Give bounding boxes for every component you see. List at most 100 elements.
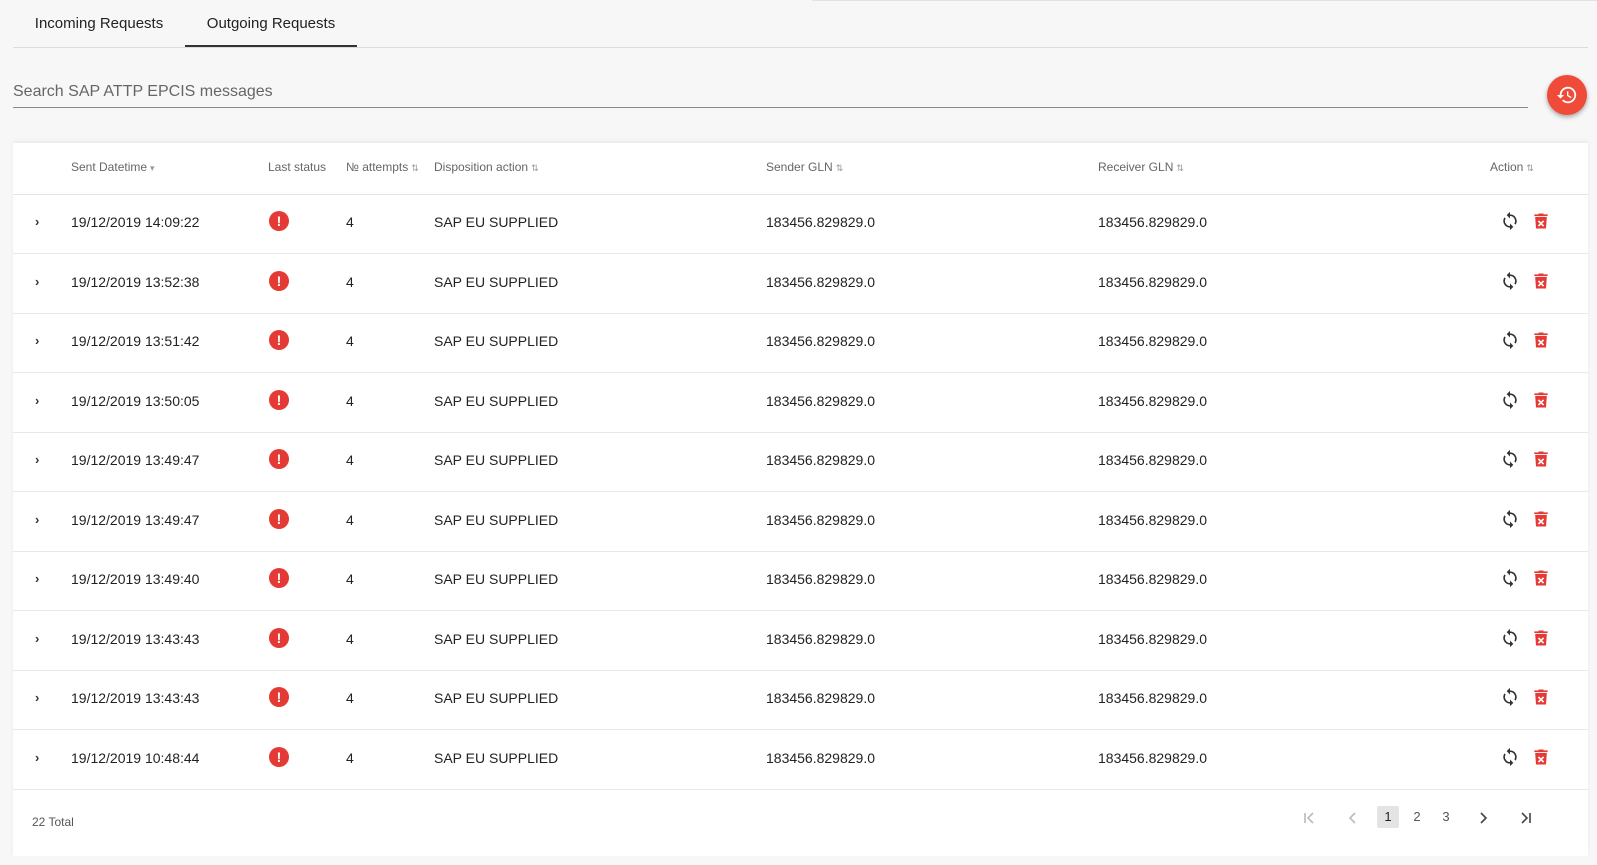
retry-icon[interactable] <box>1500 330 1520 350</box>
page-button-1[interactable]: 1 <box>1377 806 1399 828</box>
delete-icon[interactable] <box>1531 211 1551 231</box>
error-status-icon: ! <box>269 449 289 469</box>
sort-icon: ⇅ <box>411 163 419 173</box>
cell-receiver-gln: 183456.829829.0 <box>1098 333 1207 349</box>
cell-sent-datetime: 19/12/2019 13:43:43 <box>71 690 200 706</box>
table-header: Sent Datetime ▾ Last status № attempts ⇅ D… <box>13 143 1588 195</box>
cell-disposition-action: SAP EU SUPPLIED <box>434 690 559 706</box>
delete-icon[interactable] <box>1531 568 1551 588</box>
cell-sender-gln: 183456.829829.0 <box>766 631 875 647</box>
cell-receiver-gln: 183456.829829.0 <box>1098 214 1207 230</box>
expand-chevron-icon[interactable]: › <box>35 492 49 549</box>
delete-icon[interactable] <box>1531 449 1551 469</box>
retry-icon[interactable] <box>1500 271 1520 291</box>
cell-attempts: 4 <box>346 452 354 468</box>
chevron-left-icon <box>1348 811 1356 824</box>
expand-chevron-icon[interactable]: › <box>35 254 49 311</box>
retry-icon[interactable] <box>1500 390 1520 410</box>
retry-icon[interactable] <box>1500 568 1520 588</box>
total-count: 22 Total <box>32 815 74 829</box>
retry-icon[interactable] <box>1500 509 1520 529</box>
column-sender-gln[interactable]: Sender GLN ⇅ <box>766 143 843 194</box>
column-attempts[interactable]: № attempts ⇅ <box>346 143 419 194</box>
delete-icon[interactable] <box>1531 330 1551 350</box>
table-row[interactable]: › 19/12/2019 13:49:47! 4 SAP EU SUPPLIED 183… <box>13 432 1588 492</box>
column-action[interactable]: Action ⇅ <box>1490 143 1534 194</box>
cell-attempts: 4 <box>346 393 354 409</box>
column-label: Sender GLN <box>766 160 833 174</box>
first-page-icon <box>1304 811 1314 824</box>
expand-chevron-icon[interactable]: › <box>35 194 49 251</box>
delete-icon[interactable] <box>1531 390 1551 410</box>
expand-chevron-icon[interactable]: › <box>35 373 49 430</box>
cell-sent-datetime: 19/12/2019 13:49:47 <box>71 512 200 528</box>
delete-icon[interactable] <box>1531 628 1551 648</box>
cell-sender-gln: 183456.829829.0 <box>766 690 875 706</box>
cell-receiver-gln: 183456.829829.0 <box>1098 512 1207 528</box>
delete-icon[interactable] <box>1531 687 1551 707</box>
column-disposition-action[interactable]: Disposition action ⇅ <box>434 143 539 194</box>
table-footer: 22 Total 1 2 3 <box>13 785 1588 856</box>
tab-incoming-requests[interactable]: Incoming Requests <box>13 0 185 46</box>
error-status-icon: ! <box>269 211 289 231</box>
expand-chevron-icon[interactable]: › <box>35 432 49 489</box>
column-sent-datetime[interactable]: Sent Datetime ▾ <box>71 143 155 194</box>
chevron-right-icon <box>1480 811 1488 824</box>
first-page-button[interactable] <box>1298 806 1320 828</box>
cell-disposition-action: SAP EU SUPPLIED <box>434 631 559 647</box>
delete-icon[interactable] <box>1531 271 1551 291</box>
last-page-button[interactable] <box>1515 806 1537 828</box>
expand-chevron-icon[interactable]: › <box>35 611 49 668</box>
table-row[interactable]: › 19/12/2019 13:52:38! 4 SAP EU SUPPLIED 183… <box>13 254 1588 314</box>
retry-icon[interactable] <box>1500 449 1520 469</box>
expand-chevron-icon[interactable]: › <box>35 551 49 608</box>
cell-sender-gln: 183456.829829.0 <box>766 452 875 468</box>
table-row[interactable]: › 19/12/2019 13:49:47! 4 SAP EU SUPPLIED 183… <box>13 492 1588 552</box>
expand-chevron-icon[interactable]: › <box>35 730 49 787</box>
column-label: Last status <box>268 160 327 174</box>
retry-icon[interactable] <box>1500 747 1520 767</box>
page-button-2[interactable]: 2 <box>1406 806 1428 828</box>
cell-sender-gln: 183456.829829.0 <box>766 274 875 290</box>
column-receiver-gln[interactable]: Receiver GLN ⇅ <box>1098 143 1184 194</box>
cell-sent-datetime: 19/12/2019 13:43:43 <box>71 631 200 647</box>
table-row[interactable]: › 19/12/2019 13:43:43! 4 SAP EU SUPPLIED 183… <box>13 670 1588 730</box>
expand-chevron-icon[interactable]: › <box>35 670 49 727</box>
cell-attempts: 4 <box>346 571 354 587</box>
cell-sent-datetime: 19/12/2019 13:51:42 <box>71 333 200 349</box>
retry-icon[interactable] <box>1500 687 1520 707</box>
expand-chevron-icon[interactable]: › <box>35 313 49 370</box>
cell-sent-datetime: 19/12/2019 14:09:22 <box>71 214 200 230</box>
history-restore-icon <box>1556 86 1577 104</box>
table-row[interactable]: › 19/12/2019 13:49:40! 4 SAP EU SUPPLIED 183… <box>13 551 1588 611</box>
error-status-icon: ! <box>269 687 289 707</box>
cell-receiver-gln: 183456.829829.0 <box>1098 750 1207 766</box>
retry-icon[interactable] <box>1500 211 1520 231</box>
request-tabs: Incoming Requests Outgoing Requests <box>13 0 1588 48</box>
history-button[interactable] <box>1547 75 1587 115</box>
delete-icon[interactable] <box>1531 747 1551 767</box>
cell-attempts: 4 <box>346 750 354 766</box>
delete-icon[interactable] <box>1531 509 1551 529</box>
error-status-icon: ! <box>269 628 289 648</box>
previous-page-button[interactable] <box>1342 806 1364 828</box>
table-row[interactable]: › 19/12/2019 13:51:42! 4 SAP EU SUPPLIED 183… <box>13 313 1588 373</box>
page-button-3[interactable]: 3 <box>1435 806 1457 828</box>
cell-attempts: 4 <box>346 274 354 290</box>
column-last-status: Last status <box>268 143 326 194</box>
next-page-button[interactable] <box>1472 806 1494 828</box>
sort-icon: ⇅ <box>1176 163 1184 173</box>
search-input[interactable] <box>13 78 1528 106</box>
error-status-icon: ! <box>269 271 289 291</box>
cell-receiver-gln: 183456.829829.0 <box>1098 571 1207 587</box>
column-label: Disposition action <box>434 160 529 174</box>
tab-outgoing-requests[interactable]: Outgoing Requests <box>185 0 357 47</box>
error-status-icon: ! <box>269 509 289 529</box>
table-row[interactable]: › 19/12/2019 13:43:43! 4 SAP EU SUPPLIED 183… <box>13 611 1588 671</box>
table-row[interactable]: › 19/12/2019 14:09:22! 4 SAP EU SUPPLIED 183… <box>13 194 1588 254</box>
retry-icon[interactable] <box>1500 628 1520 648</box>
cell-sender-gln: 183456.829829.0 <box>766 333 875 349</box>
table-row[interactable]: › 19/12/2019 10:48:44! 4 SAP EU SUPPLIED 183… <box>13 730 1588 790</box>
error-status-icon: ! <box>269 330 289 350</box>
table-row[interactable]: › 19/12/2019 13:50:05! 4 SAP EU SUPPLIED 183… <box>13 373 1588 433</box>
